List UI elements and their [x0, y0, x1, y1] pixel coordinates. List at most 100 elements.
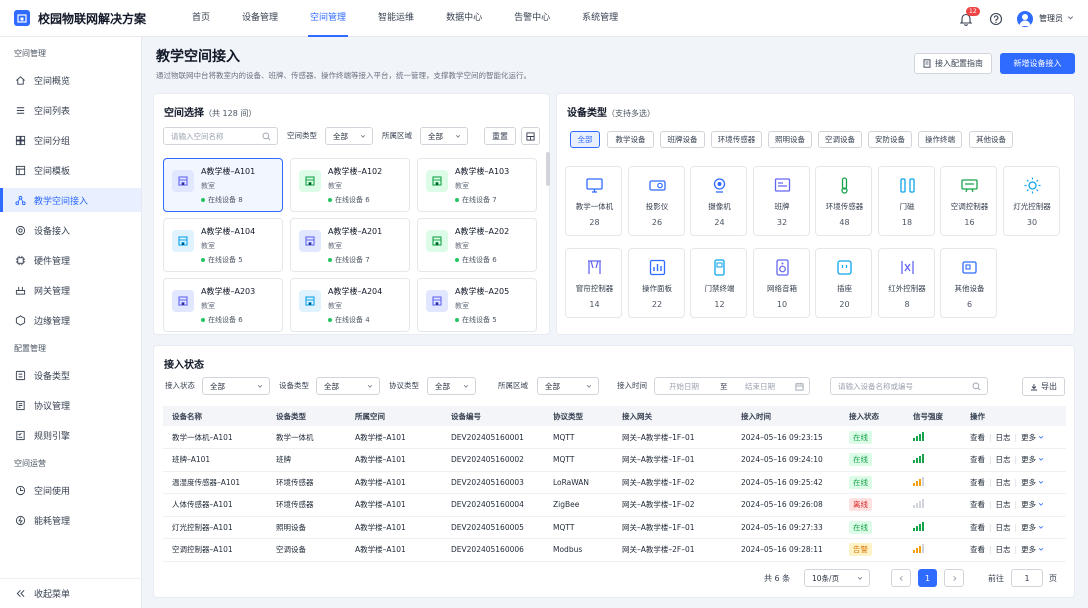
device-type-tile[interactable]: 教学一体机 28	[565, 166, 622, 236]
view-link[interactable]: 查看	[970, 433, 985, 442]
device-type-tile[interactable]: 窗帘控制器 14	[565, 248, 622, 318]
sidebar-item-space-overview[interactable]: 空间概览	[0, 68, 141, 92]
space-card[interactable]: A教学楼–A104 教室 在线设备 5	[163, 218, 283, 272]
space-card[interactable]: A教学楼–A202 教室 在线设备 6	[417, 218, 537, 272]
space-card[interactable]: A教学楼–A102 教室 在线设备 6	[290, 158, 410, 212]
log-link[interactable]: 日志	[996, 500, 1011, 509]
chevron-down-icon[interactable]	[1038, 524, 1044, 530]
view-link[interactable]: 查看	[970, 523, 985, 532]
sidebar-item-energy[interactable]: 能耗管理	[0, 508, 141, 532]
device-type-tile[interactable]: 操作面板 22	[627, 248, 685, 318]
nav-device-management[interactable]: 设备管理	[226, 0, 294, 37]
chevron-down-icon[interactable]	[1067, 14, 1074, 23]
sidebar-item-space-template[interactable]: 空间模板	[0, 158, 141, 182]
chevron-down-icon[interactable]	[1038, 546, 1044, 552]
more-link[interactable]: 更多	[1021, 478, 1036, 487]
device-type-chip[interactable]: 操作终端	[918, 131, 962, 148]
user-name[interactable]: 管理员	[1039, 13, 1063, 24]
device-type-tile[interactable]: 班牌 32	[752, 166, 810, 236]
device-type-chip[interactable]: 环境传感器	[711, 131, 762, 148]
table-row[interactable]: 人体传感器–A101 环境传感器 A教学楼–A101 DEV202405160004 Z…	[163, 493, 1066, 517]
next-page-button[interactable]	[944, 569, 964, 587]
table-row[interactable]: 教学一体机–A101 教学一体机 A教学楼–A101 DEV202405160001 M…	[163, 426, 1066, 449]
space-card[interactable]: A教学楼–A101 教室 在线设备 8	[163, 158, 283, 212]
more-link[interactable]: 更多	[1021, 433, 1036, 442]
device-type-tile[interactable]: 其他设备 6	[940, 248, 997, 318]
view-link[interactable]: 查看	[970, 500, 985, 509]
add-device-access-button[interactable]: 新增设备接入	[1000, 53, 1075, 74]
sidebar-item-protocol[interactable]: 协议管理	[0, 393, 141, 417]
space-search-input[interactable]: 请输入空间名称	[163, 127, 278, 145]
table-row[interactable]: 空调控制器–A101 空调设备 A教学楼–A101 DEV202405160006 Mo…	[163, 538, 1066, 562]
sidebar-item-device-access[interactable]: 设备接入	[0, 218, 141, 242]
avatar[interactable]	[1017, 10, 1033, 27]
sidebar-item-space-group[interactable]: 空间分组	[0, 128, 141, 152]
access-guide-button[interactable]: 接入配置指南	[914, 53, 992, 74]
nav-home[interactable]: 首页	[176, 0, 226, 37]
nav-data-center[interactable]: 数据中心	[430, 0, 498, 37]
sidebar-item-edge[interactable]: 边缘管理	[0, 308, 141, 332]
device-type-tile[interactable]: 环境传感器 48	[815, 166, 872, 236]
table-row[interactable]: 温湿度传感器–A101 环境传感器 A教学楼–A101 DEV202405160003…	[163, 471, 1066, 494]
sidebar-item-space-list[interactable]: 空间列表	[0, 98, 141, 122]
nav-system-management[interactable]: 系统管理	[566, 0, 634, 37]
nav-alarm-center[interactable]: 告警中心	[498, 0, 566, 37]
page-size-select[interactable]: 10条/页	[804, 569, 870, 587]
sidebar-item-space-usage[interactable]: 空间使用	[0, 478, 141, 502]
space-card[interactable]: A教学楼–A203 教室 在线设备 6	[163, 278, 283, 332]
device-type-tile[interactable]: 门磁 18	[877, 166, 935, 236]
view-link[interactable]: 查看	[970, 478, 985, 487]
end-date[interactable]: 结束日期	[745, 381, 775, 392]
nav-space-management[interactable]: 空间管理	[294, 0, 362, 37]
device-type-tile[interactable]: 插座 20	[815, 248, 872, 318]
more-link[interactable]: 更多	[1021, 545, 1036, 554]
chevron-down-icon[interactable]	[1038, 479, 1044, 485]
help-icon[interactable]	[989, 12, 1003, 26]
date-range-input[interactable]: 开始日期 至 结束日期	[654, 377, 810, 395]
chevron-down-icon[interactable]	[1038, 501, 1044, 507]
device-type-tile[interactable]: 门禁终端 12	[690, 248, 747, 318]
prev-page-button[interactable]	[891, 569, 911, 587]
reset-button[interactable]: 重置	[484, 127, 516, 145]
chevron-down-icon[interactable]	[1038, 456, 1044, 462]
space-type-select[interactable]: 全部	[325, 127, 373, 145]
more-link[interactable]: 更多	[1021, 500, 1036, 509]
log-link[interactable]: 日志	[996, 455, 1011, 464]
space-card[interactable]: A教学楼–A103 教室 在线设备 7	[417, 158, 537, 212]
device-search-input[interactable]: 请输入设备名称或编号	[830, 377, 988, 395]
chevron-down-icon[interactable]	[1038, 434, 1044, 440]
sidebar-item-hardware[interactable]: 硬件管理	[0, 248, 141, 272]
space-card[interactable]: A教学楼–A201 教室 在线设备 7	[290, 218, 410, 272]
more-link[interactable]: 更多	[1021, 523, 1036, 532]
access-status-select[interactable]: 全部	[202, 377, 270, 395]
more-link[interactable]: 更多	[1021, 455, 1036, 464]
page-number-button[interactable]: 1	[918, 569, 937, 587]
view-link[interactable]: 查看	[970, 545, 985, 554]
protocol-filter-select[interactable]: 全部	[427, 377, 476, 395]
space-area-select[interactable]: 全部	[420, 127, 468, 145]
device-type-filter-select[interactable]: 全部	[316, 377, 380, 395]
device-type-tile[interactable]: 摄像机 24	[690, 166, 747, 236]
device-type-chip[interactable]: 班牌设备	[660, 131, 705, 148]
goto-page-input[interactable]: 1	[1011, 569, 1043, 587]
grid-view-button[interactable]	[521, 127, 540, 145]
view-link[interactable]: 查看	[970, 455, 985, 464]
device-type-tile[interactable]: 投影仪 26	[627, 166, 685, 236]
sidebar-item-rule-engine[interactable]: 规则引擎	[0, 423, 141, 447]
area-filter-select[interactable]: 全部	[537, 377, 599, 395]
device-type-chip[interactable]: 其他设备	[969, 131, 1013, 148]
space-card[interactable]: A教学楼–A205 教室 在线设备 5	[417, 278, 537, 332]
device-type-chip[interactable]: 全部	[570, 131, 600, 148]
device-type-tile[interactable]: 空调控制器 16	[940, 166, 997, 236]
device-type-chip[interactable]: 空调设备	[818, 131, 862, 148]
log-link[interactable]: 日志	[996, 433, 1011, 442]
log-link[interactable]: 日志	[996, 478, 1011, 487]
device-type-tile[interactable]: 红外控制器 8	[877, 248, 935, 318]
space-scrollbar[interactable]	[546, 152, 550, 186]
export-button[interactable]: 导出	[1022, 377, 1065, 396]
sidebar-item-teaching-space-access[interactable]: 教学空间接入	[0, 188, 141, 212]
bell-icon[interactable]: 12	[959, 6, 980, 26]
table-row[interactable]: 班牌–A101 班牌 A教学楼–A101 DEV202405160002 MQTT 网关–…	[163, 448, 1066, 472]
device-type-chip[interactable]: 照明设备	[768, 131, 812, 148]
sidebar-item-gateway[interactable]: 网关管理	[0, 278, 141, 302]
